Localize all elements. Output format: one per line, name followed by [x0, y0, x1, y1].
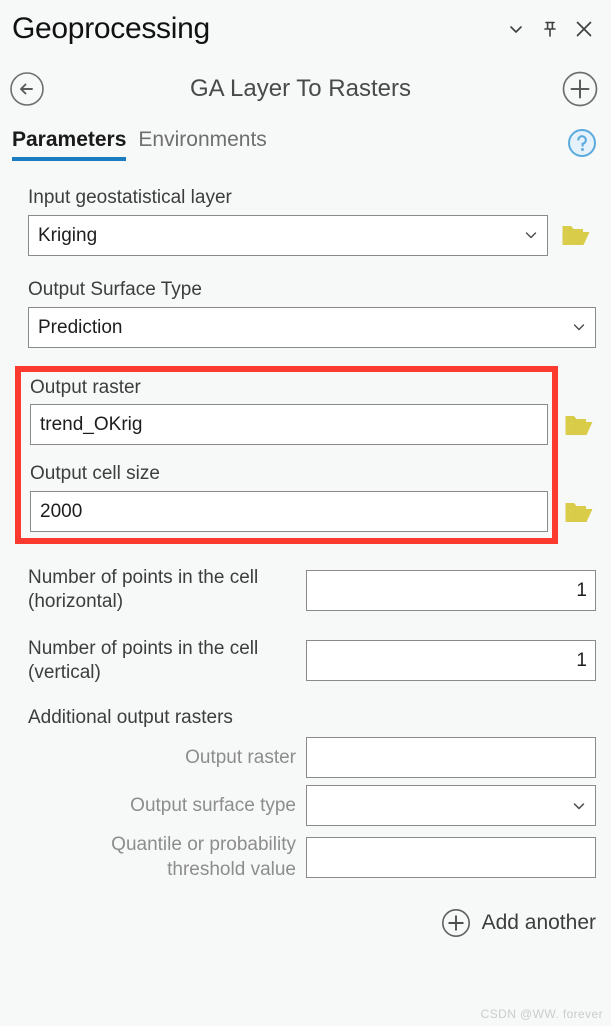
- points-horizontal-value: 1: [576, 579, 587, 601]
- tool-header: GA Layer To Rasters: [0, 58, 611, 120]
- points-horizontal-input[interactable]: 1: [306, 569, 596, 611]
- quantile-threshold-row: Quantile or probability threshold value: [28, 833, 596, 882]
- pin-icon[interactable]: [533, 12, 567, 46]
- chevron-down-icon: [523, 227, 539, 243]
- output-cell-size-label: Output cell size: [30, 463, 160, 485]
- browse-folder-icon[interactable]: [562, 495, 596, 529]
- tab-bar: Parameters Environments: [0, 128, 611, 178]
- chevron-down-icon[interactable]: [499, 12, 533, 46]
- close-icon[interactable]: [567, 12, 601, 46]
- browse-folder-icon[interactable]: [562, 408, 596, 442]
- browse-folder-icon[interactable]: [559, 218, 593, 252]
- tool-title: GA Layer To Rasters: [190, 75, 411, 102]
- quantile-threshold-wrap: [306, 837, 596, 879]
- output-surface-type-label: Output Surface Type: [28, 278, 202, 300]
- plus-circle-icon: [439, 906, 473, 940]
- additional-output-surface-type-dropdown[interactable]: [306, 785, 596, 827]
- input-layer-label: Input geostatistical layer: [28, 187, 232, 208]
- output-raster-row: trend_OKrig: [30, 404, 611, 446]
- tab-environments-label: Environments: [138, 128, 267, 151]
- parameters-form: Input geostatistical layer Kriging Outpu…: [0, 186, 611, 940]
- tab-parameters[interactable]: Parameters: [12, 128, 127, 161]
- add-another-label: Add another: [481, 910, 596, 934]
- output-raster-value: trend_OKrig: [40, 414, 143, 436]
- tab-parameters-label: Parameters: [12, 128, 127, 151]
- output-surface-type-row: Prediction: [28, 306, 611, 348]
- points-horizontal-label: Number of points in the cell (horizontal…: [28, 567, 259, 613]
- additional-output-surface-type-wrap: [306, 785, 596, 827]
- chevron-down-icon: [571, 798, 587, 814]
- input-layer-value: Kriging: [38, 224, 98, 246]
- input-layer-combobox[interactable]: Kriging: [28, 214, 548, 256]
- chevron-down-icon: [571, 319, 587, 335]
- tab-environments[interactable]: Environments: [138, 128, 266, 161]
- points-vertical-value: 1: [576, 650, 587, 672]
- highlighted-parameters-group: Output raster trend_OKrig Output cell si…: [0, 365, 611, 544]
- input-layer-row: Kriging: [28, 214, 611, 256]
- additional-output-raster-row: Output raster: [28, 737, 596, 779]
- output-cell-size-value: 2000: [40, 501, 83, 522]
- help-icon[interactable]: [565, 126, 599, 160]
- output-surface-type-value: Prediction: [38, 316, 123, 338]
- additional-output-surface-type-row: Output surface type: [28, 785, 596, 827]
- points-vertical-label: Number of points in the cell (vertical): [28, 637, 259, 683]
- plus-circle-icon[interactable]: [558, 67, 602, 111]
- output-cell-size-row: 2000: [30, 491, 611, 532]
- additional-output-surface-type-label: Output surface type: [130, 794, 296, 816]
- watermark: CSDN @WW. forever: [480, 1007, 603, 1021]
- output-cell-size-input[interactable]: 2000: [30, 491, 548, 532]
- output-raster-input[interactable]: trend_OKrig: [30, 404, 548, 446]
- points-vertical-row: Number of points in the cell (vertical) …: [28, 637, 596, 686]
- quantile-threshold-input[interactable]: [306, 837, 596, 879]
- additional-output-rasters-label: Additional output rasters: [28, 707, 233, 729]
- output-raster-label: Output raster: [30, 376, 141, 398]
- additional-output-raster-input-wrap: [306, 737, 596, 779]
- points-vertical-input[interactable]: 1: [306, 640, 596, 682]
- points-horizontal-row: Number of points in the cell (horizontal…: [28, 566, 596, 615]
- page-title: Geoprocessing: [12, 12, 210, 45]
- panel-titlebar: Geoprocessing: [0, 0, 611, 58]
- add-another-button[interactable]: Add another: [0, 906, 596, 940]
- additional-output-raster-label: Output raster: [185, 746, 296, 768]
- quantile-threshold-label: Quantile or probability threshold value: [111, 834, 296, 880]
- additional-output-raster-input[interactable]: [306, 737, 596, 779]
- output-surface-type-dropdown[interactable]: Prediction: [28, 306, 596, 348]
